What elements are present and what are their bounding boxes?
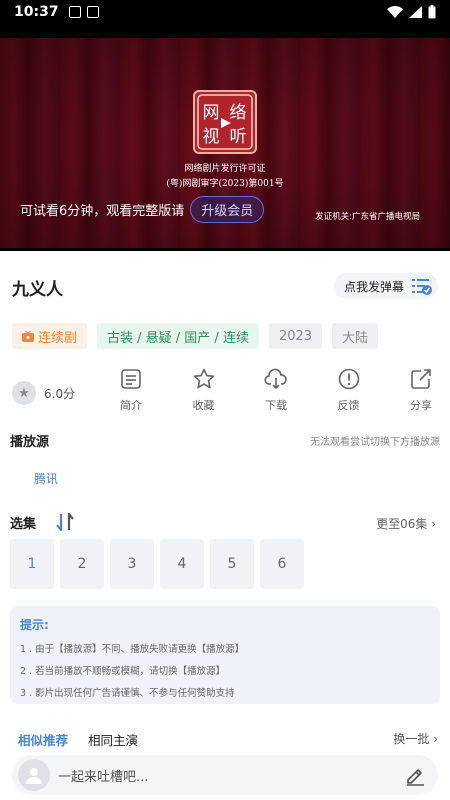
- action-feedback[interactable]: 反馈: [324, 367, 374, 413]
- license-line-1: 网络剧片发行许可证: [184, 164, 266, 174]
- detail-panel: 九义人 点我发弹幕 连续剧 古装 / 悬疑 / 国产 / 连续 2023 大陆 …: [0, 251, 450, 800]
- status-time: 10:37: [14, 4, 59, 20]
- episodes-more-label: 更至06集: [376, 517, 428, 531]
- action-download[interactable]: 下载: [251, 367, 301, 413]
- action-favorite-label: 收藏: [192, 399, 215, 412]
- license-line-2: (粤)网剧审字(2023)第001号: [166, 179, 284, 189]
- source-hint: 无法观看尝试切换下方播放源: [310, 437, 440, 448]
- source-heading: 播放源: [10, 435, 50, 450]
- recommend-tabs: 相似推荐 相同主演: [18, 730, 138, 749]
- trial-notice: 可试看6分钟，观看完整版请 升级会员: [20, 196, 265, 223]
- video-frame[interactable]: 网 络 视 听 网络剧片发行许可证 (粤)网剧审字(2023)第001号 可试看…: [0, 38, 450, 248]
- app-notification-icon: [86, 6, 99, 18]
- tag-list: 连续剧 古装 / 悬疑 / 国产 / 连续 2023 大陆: [12, 323, 379, 349]
- shuffle-button[interactable]: 换一批 ›: [393, 730, 438, 747]
- tab-same-cast[interactable]: 相同主演: [88, 730, 138, 749]
- svg-text:视: 视: [203, 127, 220, 147]
- action-feedback-label: 反馈: [337, 399, 360, 412]
- avatar: [18, 759, 50, 791]
- tag-year[interactable]: 2023: [268, 323, 323, 349]
- trial-text: 可试看6分钟，观看完整版请: [20, 204, 185, 219]
- comment-input[interactable]: 一起来吐槽吧...: [58, 766, 396, 785]
- action-favorite[interactable]: 收藏: [179, 367, 229, 413]
- action-share-label: 分享: [410, 399, 432, 412]
- gallery-icon: [68, 6, 81, 18]
- show-title: 九义人: [12, 280, 63, 300]
- tag-genre[interactable]: 古装 / 悬疑 / 国产 / 连续: [97, 323, 259, 349]
- tab-similar[interactable]: 相似推荐: [18, 730, 68, 749]
- tag-series-label: 连续剧: [38, 330, 78, 346]
- episode-button-6[interactable]: 6: [260, 539, 304, 589]
- video-player[interactable]: 网 络 视 听 网络剧片发行许可证 (粤)网剧审字(2023)第001号 可试看…: [0, 24, 450, 251]
- wifi-icon: [387, 6, 403, 18]
- action-share[interactable]: 分享: [396, 367, 446, 413]
- rating: ★ 6.0分: [12, 381, 75, 405]
- user-icon: [26, 768, 42, 784]
- action-intro-label: 简介: [120, 399, 142, 412]
- danmu-settings-icon[interactable]: [412, 277, 432, 295]
- source-item-tencent[interactable]: 腾讯: [34, 470, 58, 487]
- episodes-heading: 选集: [10, 517, 37, 532]
- action-download-label: 下载: [265, 399, 287, 412]
- edit-pen-icon[interactable]: [404, 764, 426, 786]
- battery-icon: [428, 5, 436, 19]
- status-bar: 10:37: [0, 0, 450, 24]
- tips-title: 提示:: [20, 618, 49, 632]
- episode-button-4[interactable]: 4: [160, 539, 204, 589]
- danmu-button[interactable]: 点我发弹幕: [333, 273, 438, 299]
- episode-button-3[interactable]: 3: [110, 539, 154, 589]
- seal-icon: 网 络 视 听: [197, 94, 253, 150]
- action-intro[interactable]: 简介: [106, 367, 156, 413]
- issuer-text: 发证机关:广东省广播电视局: [315, 212, 420, 222]
- svg-text:网: 网: [203, 103, 220, 123]
- episode-button-1[interactable]: 1: [10, 539, 54, 589]
- upgrade-vip-button[interactable]: 升级会员: [190, 196, 265, 223]
- tag-series[interactable]: 连续剧: [12, 323, 88, 349]
- sort-order-icon[interactable]: [56, 513, 74, 531]
- episode-button-5[interactable]: 5: [210, 539, 254, 589]
- star-icon: [193, 368, 214, 389]
- document-icon: [121, 369, 141, 389]
- shuffle-label: 换一批: [393, 732, 430, 746]
- license-text: 网络剧片发行许可证 (粤)网剧审字(2023)第001号: [0, 162, 450, 192]
- tips-line-1: 1 . 由于【播放源】不同、播放失败请更换【播放源】: [20, 644, 245, 655]
- episode-list: 1 2 3 4 5 6: [10, 539, 304, 589]
- rating-value: 6.0分: [44, 386, 76, 401]
- tips-line-3: 3 . 影片出现任何广告请谨慎、不参与任何赞助支持: [20, 688, 235, 699]
- download-icon: [264, 368, 287, 390]
- tv-icon: [22, 330, 34, 342]
- danmu-label: 点我发弹幕: [343, 279, 404, 294]
- action-bar: 简介 收藏 下载 反馈 分享: [106, 367, 446, 413]
- share-icon: [411, 369, 431, 389]
- svg-text:络: 络: [230, 103, 247, 123]
- chevron-right-icon: ›: [431, 517, 436, 531]
- comment-bar[interactable]: 一起来吐槽吧...: [12, 755, 438, 795]
- svg-text:听: 听: [230, 127, 247, 147]
- chevron-right-icon: ›: [433, 732, 438, 746]
- tips-line-2: 2 . 若当前播放不顺畅或模糊，请切换【播放源】: [20, 666, 226, 677]
- alert-icon: [338, 368, 359, 390]
- tips-box: 提示: 1 . 由于【播放源】不同、播放失败请更换【播放源】 2 . 若当前播放…: [10, 606, 440, 704]
- tag-region[interactable]: 大陆: [332, 323, 379, 349]
- episode-button-2[interactable]: 2: [60, 539, 104, 589]
- episodes-more-link[interactable]: 更至06集 ›: [376, 515, 436, 532]
- signal-icon: [409, 6, 422, 18]
- license-seal-logo: 网 络 视 听: [193, 90, 257, 154]
- rating-star-icon: ★: [12, 381, 36, 405]
